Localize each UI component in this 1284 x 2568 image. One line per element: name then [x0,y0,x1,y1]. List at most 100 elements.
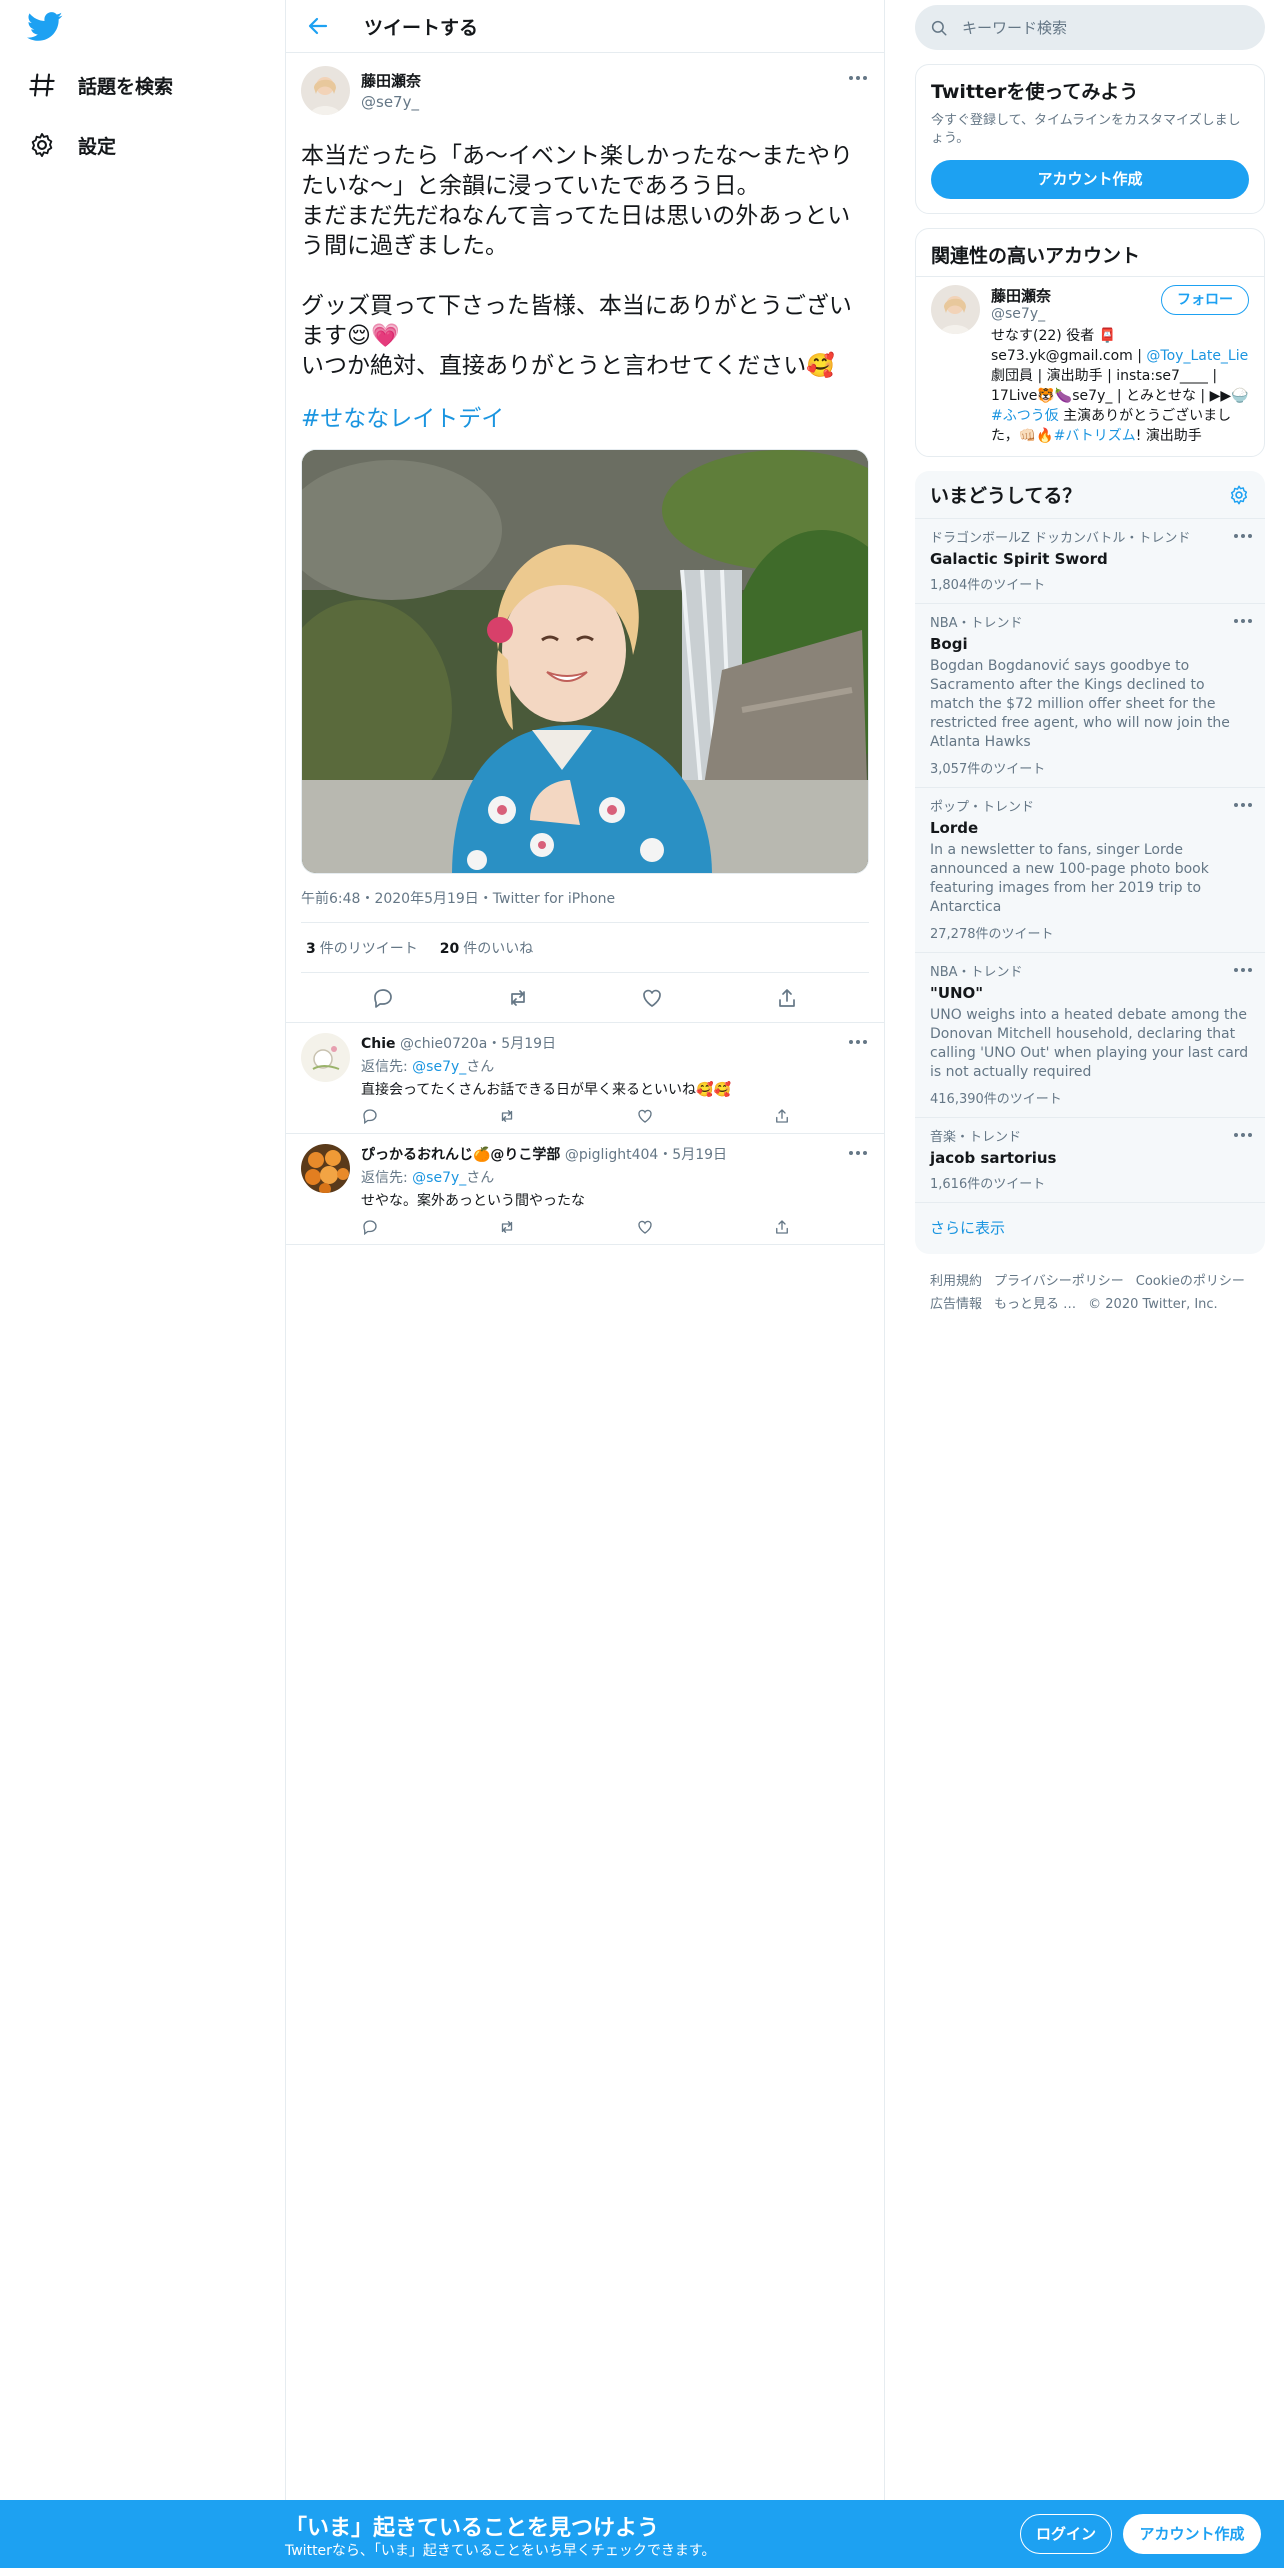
left-nav: 話題を検索 設定 [0,0,285,2500]
more-options-icon[interactable] [1233,965,1253,975]
reply-icon[interactable] [361,1107,379,1125]
tweet-author[interactable]: 藤田瀬奈 @se7y_ [301,65,869,115]
bottom-bar-title: 「いま」起きていることを見つけよう [285,2516,660,2541]
related-account-name[interactable]: 藤田瀬奈 [991,285,1051,306]
copyright: © 2020 Twitter, Inc. [1088,1297,1218,1312]
reply-to-link[interactable]: @se7y_ [412,1170,466,1186]
footer-link[interactable]: プライバシーポリシー [994,1270,1124,1293]
like-stat[interactable]: 20 件のいいね [440,938,533,958]
nav-item-explore[interactable]: 話題を検索 [28,60,173,110]
avatar[interactable] [301,1144,350,1193]
login-button[interactable]: ログイン [1020,2514,1112,2554]
avatar[interactable] [931,285,980,334]
reply-tweet[interactable]: ぴっかるおれんじ🍊@りこ学部 @piglight404・5月19日 返信先: @… [286,1134,884,1245]
reply-to-label: 返信先: [361,1059,413,1075]
reply-to-suffix: さん [466,1059,495,1075]
create-account-button[interactable]: アカウント作成 [931,160,1249,199]
gear-icon[interactable] [1228,484,1250,506]
show-more-link[interactable]: さらに表示 [915,1203,1265,1254]
trend-context: ドラゴンボールZ ドッカンバトル・トレンド [930,531,1191,546]
trend-name: Lorde [930,819,979,837]
tweet-photo[interactable] [301,449,869,874]
reply-actions [361,1107,791,1125]
like-icon[interactable] [636,1107,654,1125]
tweet-text: 本当だったら「あ〜イベント楽しかったな〜またやりたいな〜」と余韻に浸っていたであ… [301,143,853,379]
reply-author-handle[interactable]: @chie0720a [400,1036,487,1052]
share-icon[interactable] [773,1218,791,1236]
bio-hashtag[interactable]: #バトリズム [1054,428,1136,444]
related-accounts-card: 関連性の高いアカウント 藤田瀬奈 @se7y_ フォロー せなす(22) 役者 … [915,228,1265,457]
footer-link[interactable]: 利用規約 [930,1270,982,1293]
like-label: 件のいいね [463,940,534,957]
more-options-icon[interactable] [1233,531,1253,541]
bottom-signup-bar: 「いま」起きていることを見つけよう Twitterなら、「いま」起きていることを… [0,2500,1284,2568]
tweet-timestamp[interactable]: 午前6:48・2020年5月19日・Twitter for iPhone [301,888,869,923]
reply-icon[interactable] [371,986,395,1010]
author-name[interactable]: 藤田瀬奈 [361,70,421,91]
retweet-icon[interactable] [498,1218,516,1236]
footer-link[interactable]: Cookieのポリシー [1136,1270,1245,1293]
more-options-icon[interactable] [1233,800,1253,810]
trend-item[interactable]: NBA・トレンド Bogi Bogdan Bogdanović says goo… [915,604,1265,788]
reply-author-handle[interactable]: @piglight404 [565,1147,658,1163]
reply-date[interactable]: ・5月19日 [658,1147,727,1163]
more-options-icon[interactable] [848,73,868,83]
retweet-stat[interactable]: 3 件のリツイート [306,938,418,958]
related-accounts-title: 関連性の高いアカウント [931,245,1141,267]
bio-hashtag[interactable]: #ふつう仮 [991,408,1059,424]
share-icon[interactable] [773,1107,791,1125]
related-account[interactable]: 藤田瀬奈 @se7y_ フォロー せなす(22) 役者 📮 se73.yk@gm… [916,276,1264,456]
avatar[interactable] [301,1033,350,1082]
trend-item[interactable]: ポップ・トレンド Lorde In a newsletter to fans, … [915,788,1265,953]
arrow-left-icon[interactable] [306,14,330,38]
signup-button[interactable]: アカウント作成 [1123,2514,1261,2554]
retweet-count: 3 [306,940,316,957]
bio-text: 劇団員 | 演出助手 | insta:se7____ | 17Live🐯🍆se7… [991,368,1249,404]
reply-icon[interactable] [361,1218,379,1236]
follow-button[interactable]: フォロー [1161,285,1249,315]
reply-author-name[interactable]: ぴっかるおれんじ🍊@りこ学部 [361,1147,560,1163]
reply-date[interactable]: ・5月19日 [487,1036,556,1052]
reply-actions [361,1218,791,1236]
trend-item[interactable]: NBA・トレンド "UNO" UNO weighs into a heated … [915,953,1265,1118]
more-options-icon[interactable] [1233,1130,1253,1140]
reply-author-name[interactable]: Chie [361,1036,396,1052]
nav-item-settings[interactable]: 設定 [28,120,116,170]
related-account-handle[interactable]: @se7y_ [991,306,1051,322]
search-box[interactable]: キーワード検索 [915,5,1265,50]
more-options-icon[interactable] [1233,616,1253,626]
trends-title: いまどうしてる？ [930,485,1082,507]
tweet-hashtag[interactable]: #せななレイトデイ [301,399,869,433]
trend-item[interactable]: ドラゴンボールZ ドッカンバトル・トレンド Galactic Spirit Sw… [915,519,1265,604]
right-sidebar: キーワード検索 Twitterを使ってみよう 今すぐ登録して、タイムラインをカス… [915,0,1265,1332]
trend-context: 音楽・トレンド [930,1130,1022,1145]
page-header: ツイートする [286,0,884,53]
footer-link[interactable]: 広告情報 [930,1293,982,1316]
search-input[interactable]: キーワード検索 [962,17,1067,38]
footer-link[interactable]: もっと見る … [994,1293,1076,1316]
twitter-bird-icon[interactable] [27,12,63,42]
nav-item-label: 設定 [78,135,117,158]
like-icon[interactable] [640,986,664,1010]
nav-item-label: 話題を検索 [78,75,174,98]
author-handle[interactable]: @se7y_ [361,93,421,111]
avatar[interactable] [301,65,350,115]
trend-count: 1,616件のツイート [930,1177,1046,1192]
like-count: 20 [439,940,460,957]
like-icon[interactable] [636,1218,654,1236]
reply-to-link[interactable]: @se7y_ [412,1059,466,1075]
trends-card: いまどうしてる？ ドラゴンボールZ ドッカンバトル・トレンド Galactic … [915,471,1265,1254]
more-options-icon[interactable] [848,1148,868,1158]
gear-icon [31,132,53,158]
more-options-icon[interactable] [848,1037,868,1047]
bio-link[interactable]: @Toy_Late_Lie [1146,348,1248,364]
retweet-icon[interactable] [498,1107,516,1125]
bottom-bar-subtitle: Twitterなら、「いま」起きていることをいち早くチェックできます。 [285,2543,716,2559]
trend-count: 416,390件のツイート [930,1092,1062,1107]
share-icon[interactable] [775,986,799,1010]
page-title: ツイートする [364,16,479,39]
retweet-icon[interactable] [506,986,530,1010]
related-account-bio: せなす(22) 役者 📮 se73.yk@gmail.com | @Toy_La… [991,326,1249,446]
reply-tweet[interactable]: Chie @chie0720a・5月19日 返信先: @se7y_さん 直接会っ… [286,1023,884,1134]
trend-item[interactable]: 音楽・トレンド jacob sartorius 1,616件のツイート [915,1118,1265,1203]
